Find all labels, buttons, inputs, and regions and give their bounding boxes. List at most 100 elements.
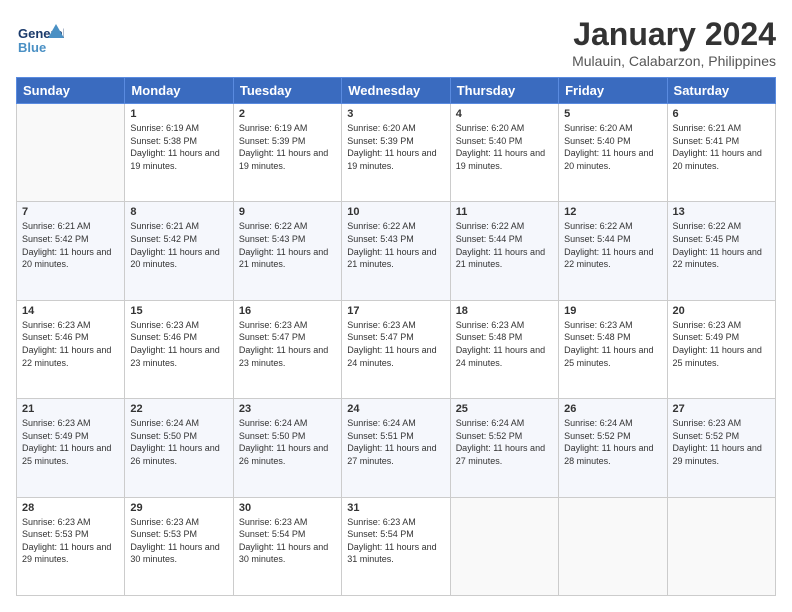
day-info: Sunrise: 6:24 AM Sunset: 5:52 PM Dayligh… (456, 417, 553, 467)
svg-text:Blue: Blue (18, 40, 46, 55)
day-number: 12 (564, 206, 661, 218)
day-number: 24 (347, 403, 444, 415)
day-number: 1 (130, 108, 227, 120)
day-info: Sunrise: 6:20 AM Sunset: 5:39 PM Dayligh… (347, 122, 444, 172)
day-info: Sunrise: 6:23 AM Sunset: 5:52 PM Dayligh… (673, 417, 770, 467)
day-info: Sunrise: 6:23 AM Sunset: 5:47 PM Dayligh… (347, 319, 444, 369)
calendar-cell: 21Sunrise: 6:23 AM Sunset: 5:49 PM Dayli… (17, 399, 125, 497)
day-info: Sunrise: 6:23 AM Sunset: 5:48 PM Dayligh… (456, 319, 553, 369)
calendar-cell: 30Sunrise: 6:23 AM Sunset: 5:54 PM Dayli… (233, 497, 341, 595)
calendar-cell: 17 Sunrise: 6:23 AM Sunset: 5:47 PM Dayli… (342, 300, 450, 398)
calendar-cell: 26Sunrise: 6:24 AM Sunset: 5:52 PM Dayli… (559, 399, 667, 497)
day-header-monday: Monday (125, 78, 233, 104)
day-header-wednesday: Wednesday (342, 78, 450, 104)
day-info: Sunrise: 6:23 AM Sunset: 5:53 PM Dayligh… (130, 516, 227, 566)
day-info: Sunrise: 6:22 AM Sunset: 5:44 PM Dayligh… (564, 220, 661, 270)
calendar-cell: 10 Sunrise: 6:22 AM Sunset: 5:43 PM Dayli… (342, 202, 450, 300)
day-number: 17 (347, 305, 444, 317)
calendar-header-row: SundayMondayTuesdayWednesdayThursdayFrid… (17, 78, 776, 104)
day-number: 2 (239, 108, 336, 120)
calendar-cell: 15 Sunrise: 6:23 AM Sunset: 5:46 PM Dayli… (125, 300, 233, 398)
logo-icon: General Blue (16, 16, 64, 64)
day-number: 29 (130, 502, 227, 514)
day-info: Sunrise: 6:19 AM Sunset: 5:39 PM Dayligh… (239, 122, 336, 172)
day-number: 18 (456, 305, 553, 317)
day-number: 30 (239, 502, 336, 514)
day-number: 20 (673, 305, 770, 317)
day-info: Sunrise: 6:22 AM Sunset: 5:43 PM Dayligh… (347, 220, 444, 270)
day-info: Sunrise: 6:24 AM Sunset: 5:50 PM Dayligh… (239, 417, 336, 467)
day-info: Sunrise: 6:23 AM Sunset: 5:46 PM Dayligh… (22, 319, 119, 369)
day-info: Sunrise: 6:23 AM Sunset: 5:48 PM Dayligh… (564, 319, 661, 369)
day-number: 6 (673, 108, 770, 120)
calendar-cell: 29 Sunrise: 6:23 AM Sunset: 5:53 PM Dayli… (125, 497, 233, 595)
day-number: 11 (456, 206, 553, 218)
calendar-cell: 11 Sunrise: 6:22 AM Sunset: 5:44 PM Dayli… (450, 202, 558, 300)
calendar-cell: 16 Sunrise: 6:23 AM Sunset: 5:47 PM Dayli… (233, 300, 341, 398)
calendar-week-3: 14 Sunrise: 6:23 AM Sunset: 5:46 PM Dayli… (17, 300, 776, 398)
day-number: 28 (22, 502, 119, 514)
day-number: 4 (456, 108, 553, 120)
sub-title: Mulauin, Calabarzon, Philippines (572, 53, 776, 69)
day-info: Sunrise: 6:19 AM Sunset: 5:38 PM Dayligh… (130, 122, 227, 172)
day-info: Sunrise: 6:24 AM Sunset: 5:52 PM Dayligh… (564, 417, 661, 467)
calendar-cell: 14 Sunrise: 6:23 AM Sunset: 5:46 PM Dayli… (17, 300, 125, 398)
day-header-thursday: Thursday (450, 78, 558, 104)
day-number: 13 (673, 206, 770, 218)
day-info: Sunrise: 6:22 AM Sunset: 5:44 PM Dayligh… (456, 220, 553, 270)
day-number: 27 (673, 403, 770, 415)
calendar-cell: 27 Sunrise: 6:23 AM Sunset: 5:52 PM Dayli… (667, 399, 775, 497)
day-info: Sunrise: 6:21 AM Sunset: 5:41 PM Dayligh… (673, 122, 770, 172)
day-number: 7 (22, 206, 119, 218)
page: General Blue January 2024 Mulauin, Calab… (0, 0, 792, 612)
day-header-saturday: Saturday (667, 78, 775, 104)
calendar-cell: 8 Sunrise: 6:21 AM Sunset: 5:42 PM Daylig… (125, 202, 233, 300)
calendar-cell (559, 497, 667, 595)
day-number: 10 (347, 206, 444, 218)
calendar-cell: 19 Sunrise: 6:23 AM Sunset: 5:48 PM Dayli… (559, 300, 667, 398)
calendar-cell: 31Sunrise: 6:23 AM Sunset: 5:54 PM Dayli… (342, 497, 450, 595)
calendar-cell (450, 497, 558, 595)
day-number: 16 (239, 305, 336, 317)
day-info: Sunrise: 6:23 AM Sunset: 5:53 PM Dayligh… (22, 516, 119, 566)
day-number: 3 (347, 108, 444, 120)
day-number: 8 (130, 206, 227, 218)
calendar-cell (17, 104, 125, 202)
day-number: 25 (456, 403, 553, 415)
day-info: Sunrise: 6:23 AM Sunset: 5:46 PM Dayligh… (130, 319, 227, 369)
calendar-cell: 18 Sunrise: 6:23 AM Sunset: 5:48 PM Dayli… (450, 300, 558, 398)
day-info: Sunrise: 6:24 AM Sunset: 5:51 PM Dayligh… (347, 417, 444, 467)
day-info: Sunrise: 6:21 AM Sunset: 5:42 PM Dayligh… (130, 220, 227, 270)
day-info: Sunrise: 6:22 AM Sunset: 5:43 PM Dayligh… (239, 220, 336, 270)
calendar-week-5: 28 Sunrise: 6:23 AM Sunset: 5:53 PM Dayli… (17, 497, 776, 595)
day-info: Sunrise: 6:24 AM Sunset: 5:50 PM Dayligh… (130, 417, 227, 467)
title-section: January 2024 Mulauin, Calabarzon, Philip… (572, 16, 776, 69)
day-info: Sunrise: 6:23 AM Sunset: 5:47 PM Dayligh… (239, 319, 336, 369)
logo: General Blue (16, 16, 64, 64)
calendar-cell (667, 497, 775, 595)
calendar-cell: 20Sunrise: 6:23 AM Sunset: 5:49 PM Dayli… (667, 300, 775, 398)
day-info: Sunrise: 6:20 AM Sunset: 5:40 PM Dayligh… (564, 122, 661, 172)
day-number: 31 (347, 502, 444, 514)
day-number: 5 (564, 108, 661, 120)
calendar-week-1: 1 Sunrise: 6:19 AM Sunset: 5:38 PM Daylig… (17, 104, 776, 202)
calendar-cell: 25 Sunrise: 6:24 AM Sunset: 5:52 PM Dayli… (450, 399, 558, 497)
day-info: Sunrise: 6:21 AM Sunset: 5:42 PM Dayligh… (22, 220, 119, 270)
calendar-cell: 2 Sunrise: 6:19 AM Sunset: 5:39 PM Daylig… (233, 104, 341, 202)
day-number: 15 (130, 305, 227, 317)
day-number: 19 (564, 305, 661, 317)
calendar-cell: 5 Sunrise: 6:20 AM Sunset: 5:40 PM Daylig… (559, 104, 667, 202)
day-header-friday: Friday (559, 78, 667, 104)
day-number: 21 (22, 403, 119, 415)
day-header-sunday: Sunday (17, 78, 125, 104)
day-number: 23 (239, 403, 336, 415)
header: General Blue January 2024 Mulauin, Calab… (16, 16, 776, 69)
day-number: 9 (239, 206, 336, 218)
calendar-cell: 23 Sunrise: 6:24 AM Sunset: 5:50 PM Dayli… (233, 399, 341, 497)
day-number: 14 (22, 305, 119, 317)
day-number: 22 (130, 403, 227, 415)
calendar-cell: 22 Sunrise: 6:24 AM Sunset: 5:50 PM Dayli… (125, 399, 233, 497)
calendar-cell: 12 Sunrise: 6:22 AM Sunset: 5:44 PM Dayli… (559, 202, 667, 300)
calendar-cell: 4Sunrise: 6:20 AM Sunset: 5:40 PM Daylig… (450, 104, 558, 202)
calendar-table: SundayMondayTuesdayWednesdayThursdayFrid… (16, 77, 776, 596)
